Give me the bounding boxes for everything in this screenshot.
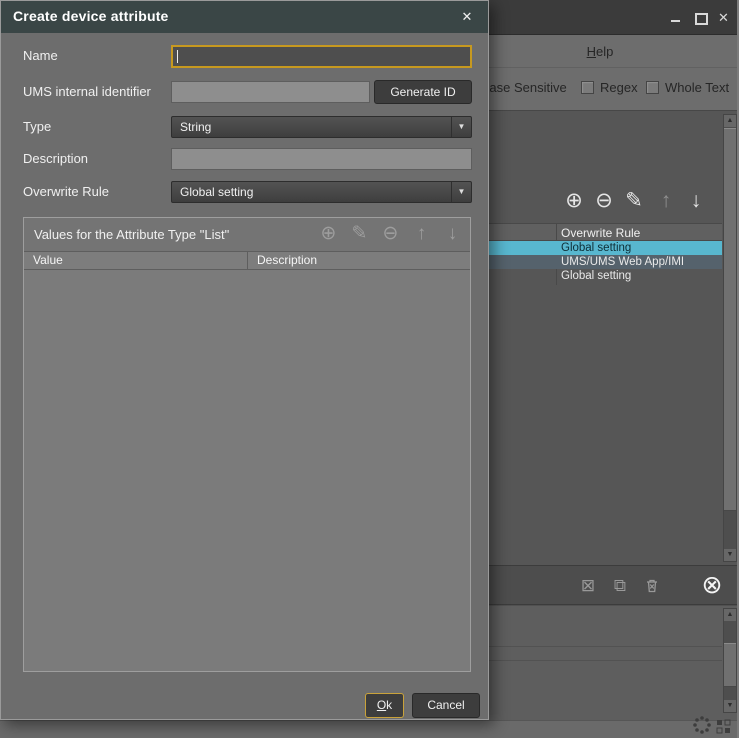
scrollbar-thumb[interactable]: [724, 643, 736, 687]
checkbox-whole-text[interactable]: [646, 81, 659, 94]
name-input[interactable]: [173, 47, 470, 66]
move-value-down-icon[interactable]: ↓: [443, 223, 462, 245]
vertical-scrollbar-lower: ▲ ▼: [723, 608, 737, 713]
help-label: elp: [596, 44, 613, 59]
add-attribute-icon[interactable]: ⊕: [562, 189, 586, 213]
minimize-icon[interactable]: [668, 10, 683, 25]
create-device-attribute-dialog: Create device attribute ✕ Name UMS inter…: [0, 0, 489, 720]
trash-icon: [643, 577, 661, 595]
screen: ✕ Help Case Sensitive Regex Whole Text ⊕…: [0, 0, 739, 738]
status-strip: [0, 720, 739, 738]
scroll-down-icon[interactable]: ▼: [724, 700, 736, 712]
description-column-header[interactable]: Description: [248, 252, 470, 269]
value-column-header[interactable]: Value: [24, 252, 248, 269]
overwrite-rule-dropdown[interactable]: Global setting ▼: [171, 181, 472, 203]
copy-icon[interactable]: ⧉: [610, 576, 630, 596]
ok-mnemonic: O: [377, 698, 386, 712]
edit-attribute-icon[interactable]: ✎: [622, 189, 646, 213]
overwrite-rule-label: Overwrite Rule: [23, 184, 109, 199]
scrollbar-thumb[interactable]: [724, 128, 736, 511]
checkbox-label-case-sensitive: Case Sensitive: [480, 80, 567, 95]
scroll-up-icon[interactable]: ▲: [724, 609, 736, 621]
values-table-body[interactable]: [24, 270, 470, 671]
window-controls: ✕: [668, 10, 731, 25]
add-value-icon[interactable]: ⊕: [319, 223, 338, 245]
type-label: Type: [23, 119, 51, 134]
scroll-down-icon[interactable]: ▼: [724, 549, 736, 561]
cancel-button[interactable]: Cancel: [412, 693, 480, 718]
remove-attribute-icon[interactable]: ⊖: [592, 189, 616, 213]
ok-button[interactable]: Ok: [365, 693, 404, 718]
help-mnemonic: H: [587, 44, 596, 59]
checkbox-regex[interactable]: [581, 81, 594, 94]
type-value: String: [172, 120, 211, 134]
description-label: Description: [23, 151, 88, 166]
checkbox-label-regex: Regex: [600, 80, 638, 95]
name-label: Name: [23, 48, 58, 63]
overwrite-rule-value: Global setting: [172, 185, 253, 199]
delete-icon[interactable]: [642, 577, 662, 597]
move-value-up-icon[interactable]: ↑: [412, 223, 431, 245]
edit-value-icon[interactable]: ✎: [350, 223, 369, 245]
text-caret: [177, 50, 178, 63]
name-field-wrapper: [171, 45, 472, 68]
values-toolbar: ⊕ ✎ ⊖ ↑ ↓: [319, 223, 462, 245]
description-input[interactable]: [171, 148, 472, 170]
ok-label: k: [386, 698, 392, 712]
dialog-titlebar[interactable]: Create device attribute ✕: [1, 1, 488, 33]
chevron-down-icon: ▼: [451, 117, 471, 137]
clear-selection-icon[interactable]: ⊠: [578, 576, 598, 596]
dialog-close-icon[interactable]: ✕: [459, 9, 475, 25]
chevron-down-icon: ▼: [451, 182, 471, 202]
grid-icon[interactable]: [716, 719, 731, 738]
values-table-header: Value Description: [24, 251, 470, 270]
ums-id-label: UMS internal identifier: [23, 84, 151, 99]
close-circle-icon[interactable]: ⊗: [699, 572, 725, 598]
vertical-scrollbar: ▲ ▼: [723, 114, 737, 562]
move-down-icon[interactable]: ↓: [684, 189, 708, 213]
generate-id-button[interactable]: Generate ID: [374, 80, 472, 104]
close-window-icon[interactable]: ✕: [716, 10, 731, 25]
values-group-box: Values for the Attribute Type "List" ⊕ ✎…: [23, 217, 471, 672]
remove-value-icon[interactable]: ⊖: [381, 223, 400, 245]
overwrite-rule-column-header: Overwrite Rule: [561, 226, 640, 240]
checkbox-label-whole-text: Whole Text: [665, 80, 729, 95]
help-button[interactable]: Help: [540, 39, 660, 64]
spinner-dots-icon[interactable]: [692, 715, 712, 738]
values-group-title: Values for the Attribute Type "List": [34, 227, 229, 242]
dialog-title: Create device attribute: [13, 8, 169, 24]
move-up-icon[interactable]: ↑: [654, 189, 678, 213]
scroll-up-icon[interactable]: ▲: [724, 115, 736, 127]
maximize-icon[interactable]: [692, 10, 707, 25]
type-dropdown[interactable]: String ▼: [171, 116, 472, 138]
ums-id-input[interactable]: [171, 81, 370, 103]
